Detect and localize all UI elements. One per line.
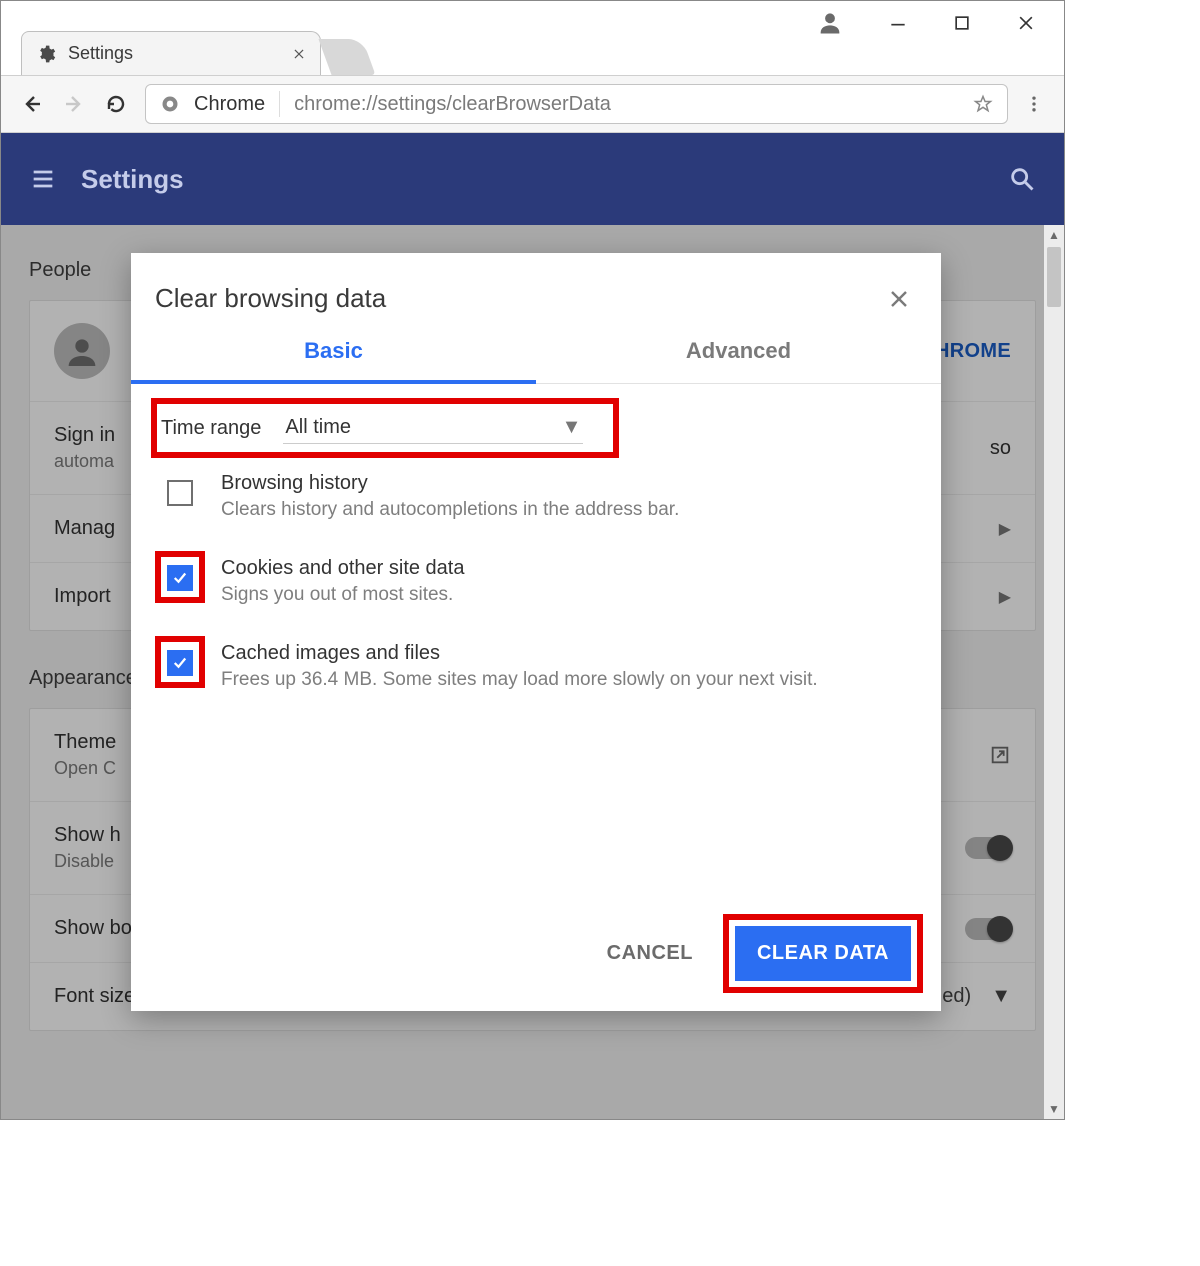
settings-header: Settings	[1, 133, 1064, 225]
new-tab-button[interactable]	[318, 39, 375, 75]
dialog-tabs: Basic Advanced	[131, 324, 941, 384]
scroll-down-icon[interactable]: ▼	[1044, 1099, 1064, 1119]
dialog-body: Time range All time ▼ Browsing history Cl…	[131, 384, 941, 900]
browser-tab[interactable]: Settings	[21, 31, 321, 75]
dialog-actions: CANCEL CLEAR DATA	[131, 900, 941, 1011]
chevron-down-icon: ▼	[562, 416, 582, 439]
clear-option-row: Browsing history Clears history and autoc…	[155, 454, 917, 539]
tab-advanced[interactable]: Advanced	[536, 324, 941, 383]
browser-window: Settings Chrome chrome://settings/clearB…	[0, 0, 1065, 1120]
clear-browsing-data-dialog: Clear browsing data Basic Advanced Time …	[131, 253, 941, 1011]
url-text: chrome://settings/clearBrowserData	[294, 93, 959, 116]
back-button[interactable]	[19, 91, 45, 117]
option-sub: Frees up 36.4 MB. Some sites may load mo…	[221, 669, 818, 691]
dialog-title: Clear browsing data	[155, 283, 887, 314]
close-tab-icon[interactable]	[292, 47, 306, 61]
scroll-up-icon[interactable]: ▲	[1044, 225, 1064, 245]
scrollbar-thumb[interactable]	[1047, 247, 1061, 307]
settings-title: Settings	[81, 164, 184, 195]
window-controls	[884, 9, 1064, 37]
option-title: Cookies and other site data	[221, 557, 465, 580]
address-bar[interactable]: Chrome chrome://settings/clearBrowserDat…	[145, 84, 1008, 124]
checkbox[interactable]	[167, 565, 193, 591]
reload-button[interactable]	[103, 91, 129, 117]
checkbox-highlight	[161, 557, 199, 597]
tab-strip: Settings	[21, 31, 369, 75]
toolbar: Chrome chrome://settings/clearBrowserDat…	[1, 75, 1064, 133]
select-value: All time	[285, 416, 351, 439]
checkbox[interactable]	[167, 650, 193, 676]
option-title: Browsing history	[221, 472, 679, 495]
tab-basic[interactable]: Basic	[131, 324, 536, 384]
checkbox-highlight	[161, 472, 199, 512]
separator	[279, 91, 280, 117]
dialog-close-button[interactable]	[887, 287, 911, 311]
kebab-menu-icon[interactable]	[1024, 94, 1046, 114]
search-icon[interactable]	[1008, 165, 1036, 193]
option-sub: Signs you out of most sites.	[221, 584, 465, 606]
url-scheme: Chrome	[194, 93, 265, 116]
bookmark-star-icon[interactable]	[973, 94, 993, 114]
clear-data-button[interactable]: CLEAR DATA	[735, 926, 911, 981]
time-range-select[interactable]: All time ▼	[283, 412, 583, 444]
scrollbar[interactable]: ▲ ▼	[1044, 225, 1064, 1119]
option-sub: Clears history and autocompletions in th…	[221, 499, 679, 521]
gear-icon	[36, 44, 56, 64]
profile-icon[interactable]	[816, 9, 844, 37]
maximize-button[interactable]	[948, 9, 976, 37]
checkbox[interactable]	[167, 480, 193, 506]
hamburger-icon[interactable]	[29, 165, 57, 193]
close-window-button[interactable]	[1012, 9, 1040, 37]
forward-button[interactable]	[61, 91, 87, 117]
checkbox-highlight	[161, 642, 199, 682]
time-range-row: Time range All time ▼	[155, 402, 615, 454]
cancel-button[interactable]: CANCEL	[597, 930, 703, 977]
option-title: Cached images and files	[221, 642, 818, 665]
clear-option-row: Cookies and other site data Signs you out…	[155, 539, 917, 624]
clear-option-row: Cached images and files Frees up 36.4 MB.…	[155, 624, 917, 709]
tab-title: Settings	[68, 43, 280, 64]
time-range-label: Time range	[161, 417, 261, 440]
minimize-button[interactable]	[884, 9, 912, 37]
clear-data-highlight: CLEAR DATA	[729, 920, 917, 987]
chrome-icon	[160, 94, 180, 114]
